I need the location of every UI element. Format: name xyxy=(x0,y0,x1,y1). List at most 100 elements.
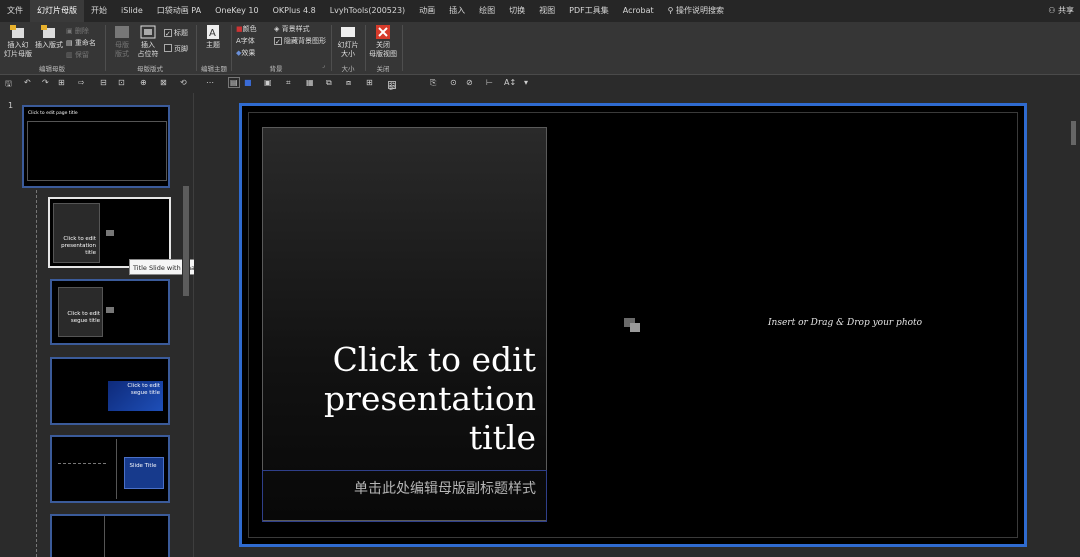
group-label-master-layout: 母版版式 xyxy=(137,65,163,73)
menu-tab[interactable]: 视图 xyxy=(532,0,562,22)
thumbnail-title: Slide Title xyxy=(129,463,157,469)
dropdown-icon[interactable]: ▾ xyxy=(524,78,528,87)
picture-icon[interactable]: ▣ xyxy=(264,78,272,87)
thumbnail-scrollbar[interactable] xyxy=(182,103,190,557)
delete-button[interactable]: ▣ 删除 xyxy=(66,26,89,36)
dialog-launcher-icon[interactable]: ⌟ xyxy=(322,62,325,69)
align-left-icon[interactable]: ⊢ xyxy=(486,78,493,87)
undo-icon[interactable]: ↶ xyxy=(24,78,31,87)
slide-size-button[interactable]: 幻灯片 大小 xyxy=(334,25,362,59)
slide-subtitle[interactable]: 单击此处编辑母版副标题样式 xyxy=(270,478,536,498)
title-placeholder[interactable] xyxy=(262,127,547,521)
picture-placeholder-icon[interactable] xyxy=(624,317,640,332)
more-icon[interactable]: ⋯ xyxy=(206,78,214,87)
menu-tab[interactable]: PDF工具集 xyxy=(562,0,616,22)
paint-bucket-icon: ◈ xyxy=(274,25,282,33)
menu-bar: 文件 幻灯片母版 开始 iSlide 口袋动画 PA OneKey 10 OKPlus 4.… xyxy=(0,0,1080,22)
master-layout-icon xyxy=(115,26,129,38)
svg-text:A: A xyxy=(209,28,216,39)
menu-tab[interactable]: 插入 xyxy=(442,0,472,22)
quick-access-toolbar: 🖫 ↶ ↷ ⊞ ⇨ ⊟ ⊡ ⊕ ⊠ ⟲ ⋯ ▤ ■ ▣ ⌗ ▦ ⧉ ⧈ ⊞ 参考… xyxy=(0,75,1080,113)
theme-icon: A xyxy=(207,25,219,39)
share-button[interactable]: ⚇ 共享 xyxy=(1048,0,1074,22)
fill-color-icon[interactable]: ■ xyxy=(244,78,252,87)
menu-tab[interactable]: 文件 xyxy=(0,0,30,22)
close-master-view-button[interactable]: 关闭 母版视图 xyxy=(368,25,398,59)
snap-icon[interactable]: ⊙ xyxy=(450,78,457,87)
lightbulb-icon: ⚲ xyxy=(667,6,677,15)
distribute-icon[interactable]: ⊕ xyxy=(140,78,147,87)
colors-button[interactable]: ■颜色 xyxy=(236,24,257,34)
group-icon[interactable]: ⊠ xyxy=(160,78,167,87)
slide-title[interactable]: Click to edit presentation title xyxy=(270,340,536,457)
save-icon[interactable]: 🖫 xyxy=(5,78,12,92)
insert-placeholder-button[interactable]: 插入 占位符 xyxy=(136,25,160,59)
preserve-button[interactable]: ▥ 保留 xyxy=(66,50,89,60)
master-layout-button[interactable]: 母版 版式 xyxy=(110,25,134,59)
layout-thumbnail-slide-title[interactable]: Slide Title xyxy=(50,435,170,503)
fonts-button[interactable]: A字体 xyxy=(236,36,255,46)
align-icon[interactable]: ⊟ xyxy=(100,78,107,87)
slide-number: 1 xyxy=(8,101,14,110)
group-separator xyxy=(331,25,332,71)
close-icon xyxy=(376,25,390,39)
rotate-icon[interactable]: ⟲ xyxy=(180,78,187,87)
send-backward-icon[interactable]: ⧈ xyxy=(346,78,351,88)
insert-layout-button[interactable]: 插入版式 xyxy=(34,25,64,50)
redo-icon[interactable]: ↷ xyxy=(42,78,49,87)
text-size-icon[interactable]: A↕ xyxy=(504,78,516,87)
crop-icon[interactable]: ⌗ xyxy=(286,78,291,88)
rename-button[interactable]: ▤ 重命名 xyxy=(66,38,96,48)
insert-slide-master-button[interactable]: 插入幻 灯片母版 xyxy=(4,25,32,59)
group-label-size: 大小 xyxy=(341,65,355,73)
layout-thumbnail-5[interactable] xyxy=(50,514,170,557)
group-label-edit-theme: 编辑主题 xyxy=(201,65,227,73)
menu-tab[interactable]: 切换 xyxy=(502,0,532,22)
grid-icon[interactable]: ▤ xyxy=(228,77,240,88)
bring-forward-icon[interactable]: ⧉ xyxy=(326,78,332,88)
picture-placeholder-icon xyxy=(106,230,114,236)
insert-layout-icon xyxy=(41,25,55,38)
rename-icon: ▤ xyxy=(66,39,75,47)
menu-tab[interactable]: LvyhTools(200523) xyxy=(323,0,412,22)
menu-tab[interactable]: 绘图 xyxy=(472,0,502,22)
tree-line xyxy=(36,190,38,557)
menu-tab[interactable]: 幻灯片母版 xyxy=(30,0,84,22)
editor-scrollbar[interactable] xyxy=(1069,103,1078,553)
group-label-edit-master: 编辑母版 xyxy=(39,65,65,73)
layout-thumbnail-segue[interactable]: Click to edit segue title xyxy=(50,279,170,345)
menu-tab[interactable]: 开始 xyxy=(84,0,114,22)
hide-bg-checkbox[interactable]: ✓ 隐藏背景图形 xyxy=(274,36,326,46)
group-label-background: 背景 xyxy=(269,65,283,73)
footer-checkbox[interactable]: 页脚 xyxy=(164,44,188,54)
menu-tab[interactable]: iSlide xyxy=(114,0,150,22)
scrollbar-thumb[interactable] xyxy=(1071,121,1076,145)
group-separator xyxy=(105,25,106,71)
shapes-icon[interactable]: ⇨ xyxy=(78,78,85,87)
format-painter-icon[interactable]: ⊞ xyxy=(58,78,65,87)
zoom-icon[interactable]: ⊘ xyxy=(466,78,473,87)
effects-button[interactable]: ◆效果 xyxy=(236,48,255,58)
group-separator xyxy=(231,25,232,71)
menu-tab[interactable]: 口袋动画 PA xyxy=(150,0,208,22)
layout-thumbnail-segue-2[interactable]: Click to edit segue title xyxy=(50,357,170,425)
slide-size-icon xyxy=(341,27,355,37)
slide-master-thumbnail[interactable]: Click to edit page title xyxy=(22,105,170,188)
menu-tab[interactable]: 动画 xyxy=(412,0,442,22)
title-checkbox[interactable]: ✓ 标题 xyxy=(164,28,188,38)
background-styles-button[interactable]: ◈ 背景样式 xyxy=(274,24,310,34)
layout-thumbnail-title-image[interactable]: Click to edit presentation title xyxy=(48,197,171,268)
scrollbar-thumb[interactable] xyxy=(183,186,189,296)
screenshot-icon[interactable]: ⎘ xyxy=(430,78,436,88)
thumbnail-title: Click to edit segue title xyxy=(67,311,100,324)
theme-button[interactable]: A 主题 xyxy=(202,25,224,50)
menu-tab[interactable]: OneKey 10 xyxy=(208,0,266,22)
menu-tab[interactable]: OKPlus 4.8 xyxy=(266,0,323,22)
table-icon[interactable]: ⊞ xyxy=(366,78,373,87)
group-label-close: 关闭 xyxy=(376,65,390,73)
layer-icon[interactable]: ▦ xyxy=(306,78,314,87)
menu-tab[interactable]: Acrobat xyxy=(616,0,661,22)
checkbox-checked-icon: ✓ xyxy=(164,29,172,38)
tell-me-search[interactable]: ⚲ 操作说明搜索 xyxy=(661,0,731,22)
arrange-icon[interactable]: ⊡ xyxy=(118,78,125,87)
